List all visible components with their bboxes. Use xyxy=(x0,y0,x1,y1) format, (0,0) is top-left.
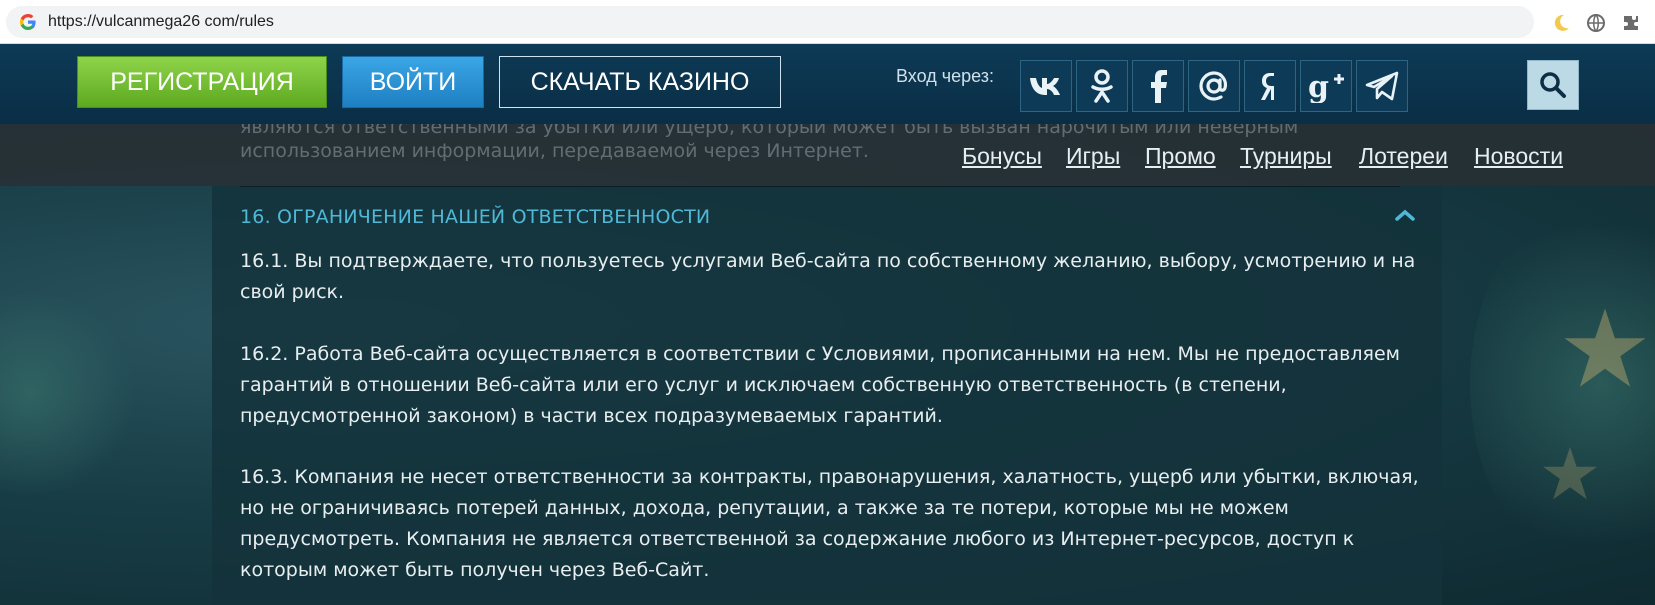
download-casino-button[interactable]: СКАЧАТЬ КАЗИНО xyxy=(499,56,781,108)
odnoklassniki-login-button[interactable] xyxy=(1076,60,1128,112)
odnoklassniki-icon xyxy=(1091,69,1113,103)
collapse-section-button[interactable] xyxy=(1394,204,1416,226)
login-button[interactable]: ВОЙТИ xyxy=(342,56,484,108)
nav-link-lotteries[interactable]: Лотереи xyxy=(1359,143,1448,170)
section-divider xyxy=(240,186,1400,187)
rule-paragraph-16-3: 16.3. Компания не несет ответственности … xyxy=(240,466,1419,581)
extensions-icon[interactable] xyxy=(1620,12,1642,34)
search-icon xyxy=(1540,72,1566,98)
mail-icon xyxy=(1199,71,1228,101)
yandex-login-button[interactable] xyxy=(1244,60,1296,112)
section-nav-bar: являются ответственными за убытки или ущ… xyxy=(0,116,1655,186)
google-icon xyxy=(18,12,38,32)
telegram-icon xyxy=(1365,71,1399,101)
telegram-login-button[interactable] xyxy=(1356,60,1408,112)
google-plus-icon: g xyxy=(1308,70,1344,103)
search-button[interactable] xyxy=(1527,60,1579,110)
moon-icon[interactable] xyxy=(1550,12,1572,34)
url-text: https://vulcanmega26 com/rules xyxy=(48,13,274,30)
rules-content-panel: 16. ОГРАНИЧЕНИЕ НАШЕЙ ОТВЕТСТВЕННОСТИ 16… xyxy=(212,186,1442,605)
section-title[interactable]: 16. ОГРАНИЧЕНИЕ НАШЕЙ ОТВЕТСТВЕННОСТИ xyxy=(240,206,710,228)
pine-branch-decoration xyxy=(0,294,140,494)
address-bar[interactable]: https://vulcanmega26 com/rules xyxy=(6,6,1534,38)
yandex-icon xyxy=(1261,73,1274,100)
rule-paragraph-16-1: 16.1. Вы подтверждаете, что пользуетесь … xyxy=(240,250,1416,303)
nav-link-games[interactable]: Игры xyxy=(1066,143,1120,170)
mail-login-button[interactable] xyxy=(1188,60,1240,112)
login-via-label: Вход через: xyxy=(896,66,994,86)
vk-icon xyxy=(1030,78,1060,95)
browser-toolbar: https://vulcanmega26 com/rules xyxy=(0,0,1655,44)
star-decoration xyxy=(1543,447,1597,500)
facebook-icon xyxy=(1151,70,1167,103)
star-decoration xyxy=(1564,308,1646,387)
facebook-login-button[interactable] xyxy=(1132,60,1184,112)
rule-paragraph-16-2: 16.2. Работа Веб-сайта осуществляется в … xyxy=(240,343,1400,427)
chevron-up-icon xyxy=(1395,209,1415,221)
nav-link-news[interactable]: Новости xyxy=(1474,143,1563,170)
svg-text:g: g xyxy=(1308,70,1329,103)
register-button[interactable]: РЕГИСТРАЦИЯ xyxy=(77,56,327,108)
nav-link-promo[interactable]: Промо xyxy=(1145,143,1216,170)
nav-link-bonuses[interactable]: Бонусы xyxy=(962,143,1042,170)
faded-rules-text: использованием информации, передаваемой … xyxy=(240,140,869,162)
nav-link-tournaments[interactable]: Турниры xyxy=(1240,143,1332,170)
google-plus-login-button[interactable]: g xyxy=(1300,60,1352,112)
vk-login-button[interactable] xyxy=(1020,60,1072,112)
globe-icon[interactable] xyxy=(1585,12,1607,34)
site-header: РЕГИСТРАЦИЯ ВОЙТИ СКАЧАТЬ КАЗИНО Вход че… xyxy=(0,44,1655,124)
